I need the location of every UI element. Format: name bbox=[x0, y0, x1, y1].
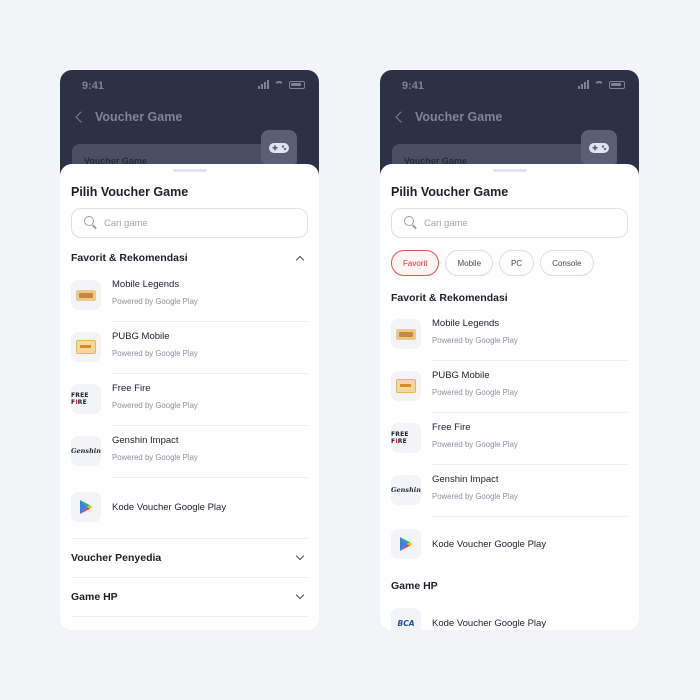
game-name: PUBG Mobile bbox=[432, 370, 490, 381]
section-game-hp-title: Game HP bbox=[391, 578, 628, 596]
section-title: Favorit & Rekomendasi bbox=[391, 292, 508, 304]
game-provider: Powered by Google Play bbox=[112, 453, 198, 462]
game-provider: Powered by Google Play bbox=[112, 297, 198, 306]
search-input[interactable] bbox=[424, 214, 604, 232]
game-item-google-play-voucher[interactable]: Kode Voucher Google Play bbox=[391, 517, 628, 571]
phone-screen-list-view: 9:41 Voucher Game Voucher Game Pilih Vou… bbox=[60, 70, 319, 630]
search-icon bbox=[84, 216, 94, 226]
game-name: Mobile Legends bbox=[112, 279, 180, 290]
status-time: 9:41 bbox=[82, 80, 105, 92]
game-item-free-fire[interactable]: FREE FIRE Free Fire Powered by Google Pl… bbox=[391, 413, 628, 465]
game-provider: Powered by Google Play bbox=[432, 492, 518, 501]
gamepad-icon bbox=[261, 130, 297, 166]
genshin-logo: Genshin bbox=[71, 436, 101, 466]
game-name: Kode Voucher Google Play bbox=[432, 539, 547, 550]
bottom-sheet: Pilih Voucher Game Favorit Mobile PC Con… bbox=[380, 164, 639, 630]
back-icon[interactable] bbox=[395, 111, 407, 123]
search-icon bbox=[404, 216, 414, 226]
google-play-logo bbox=[71, 492, 101, 522]
filter-chip-mobile[interactable]: Mobile bbox=[445, 250, 494, 276]
status-bar: 9:41 bbox=[380, 78, 639, 96]
game-name: Kode Voucher Google Play bbox=[432, 618, 547, 629]
game-item-bca-voucher[interactable]: BCA Kode Voucher Google Play bbox=[391, 598, 628, 630]
status-bar: 9:41 bbox=[60, 78, 319, 96]
battery-icon bbox=[289, 80, 305, 89]
mobile-legends-logo bbox=[391, 319, 421, 349]
bottom-sheet: Pilih Voucher Game Favorit & Rekomendasi… bbox=[60, 164, 319, 630]
chevron-down-icon[interactable] bbox=[295, 590, 305, 600]
chevron-down-icon[interactable] bbox=[295, 551, 305, 561]
sheet-title: Pilih Voucher Game bbox=[71, 185, 189, 199]
phone-screen-filter-view: 9:41 Voucher Game Voucher Game Pilih Vou… bbox=[380, 70, 639, 630]
search-input[interactable] bbox=[104, 214, 284, 232]
game-name: Genshin Impact bbox=[432, 474, 499, 485]
game-item-genshin-impact[interactable]: Genshin Genshin Impact Powered by Google… bbox=[391, 465, 628, 517]
section-game-hp-header[interactable]: Game HP bbox=[71, 589, 308, 607]
app-header: Voucher Game bbox=[74, 110, 182, 124]
free-fire-logo: FREE FIRE bbox=[71, 384, 101, 414]
pubg-logo bbox=[391, 371, 421, 401]
game-name: Free Fire bbox=[432, 422, 471, 433]
game-provider: Powered by Google Play bbox=[432, 388, 518, 397]
game-item-pubg-mobile[interactable]: PUBG Mobile Powered by Google Play bbox=[71, 322, 308, 374]
section-title: Game HP bbox=[391, 580, 438, 592]
bca-logo: BCA bbox=[391, 608, 421, 630]
game-name: Genshin Impact bbox=[112, 435, 179, 446]
game-provider: Powered by Google Play bbox=[432, 336, 518, 345]
game-item-mobile-legends[interactable]: Mobile Legends Powered by Google Play bbox=[391, 309, 628, 361]
game-item-genshin-impact[interactable]: Genshin Genshin Impact Powered by Google… bbox=[71, 426, 308, 478]
signal-icon bbox=[578, 80, 589, 89]
sheet-handle[interactable] bbox=[172, 169, 207, 172]
section-penyedia-header[interactable]: Voucher Penyedia bbox=[71, 550, 308, 568]
game-provider: Powered by Google Play bbox=[112, 349, 198, 358]
section-favorit-header[interactable]: Favorit & Rekomendasi bbox=[71, 250, 308, 268]
section-favorit-title: Favorit & Rekomendasi bbox=[391, 290, 628, 308]
app-header: Voucher Game bbox=[394, 110, 502, 124]
free-fire-logo: FREE FIRE bbox=[391, 423, 421, 453]
game-provider: Powered by Google Play bbox=[112, 401, 198, 410]
section-title: Game HP bbox=[71, 591, 118, 603]
google-play-logo bbox=[391, 529, 421, 559]
mobile-legends-logo bbox=[71, 280, 101, 310]
game-item-mobile-legends[interactable]: Mobile Legends Powered by Google Play bbox=[71, 270, 308, 322]
section-title: Favorit & Rekomendasi bbox=[71, 252, 188, 264]
game-name: Free Fire bbox=[112, 383, 151, 394]
sheet-handle[interactable] bbox=[492, 169, 527, 172]
wifi-icon bbox=[594, 81, 604, 88]
section-title: Voucher Penyedia bbox=[71, 552, 162, 564]
filter-chip-favorit[interactable]: Favorit bbox=[391, 250, 440, 276]
search-box[interactable] bbox=[71, 208, 308, 238]
game-provider: Powered by Google Play bbox=[432, 440, 518, 449]
filter-chip-console[interactable]: Console bbox=[540, 250, 594, 276]
game-name: Mobile Legends bbox=[432, 318, 500, 329]
game-name: Kode Voucher Google Play bbox=[112, 502, 227, 513]
filter-chip-pc[interactable]: PC bbox=[499, 250, 535, 276]
game-item-pubg-mobile[interactable]: PUBG Mobile Powered by Google Play bbox=[391, 361, 628, 413]
status-time: 9:41 bbox=[402, 80, 425, 92]
search-box[interactable] bbox=[391, 208, 628, 238]
back-icon[interactable] bbox=[75, 111, 87, 123]
gamepad-icon bbox=[581, 130, 617, 166]
app-title: Voucher Game bbox=[95, 110, 183, 124]
sheet-title: Pilih Voucher Game bbox=[391, 185, 509, 199]
battery-icon bbox=[609, 80, 625, 89]
signal-icon bbox=[258, 80, 269, 89]
pubg-logo bbox=[71, 332, 101, 362]
game-item-free-fire[interactable]: FREE FIRE Free Fire Powered by Google Pl… bbox=[71, 374, 308, 426]
game-item-google-play-voucher[interactable]: Kode Voucher Google Play bbox=[71, 478, 308, 538]
wifi-icon bbox=[274, 81, 284, 88]
genshin-logo: Genshin bbox=[391, 475, 421, 505]
game-name: PUBG Mobile bbox=[112, 331, 170, 342]
filter-chips: Favorit Mobile PC Console bbox=[391, 250, 594, 276]
chevron-up-icon[interactable] bbox=[295, 255, 305, 265]
app-title: Voucher Game bbox=[415, 110, 503, 124]
